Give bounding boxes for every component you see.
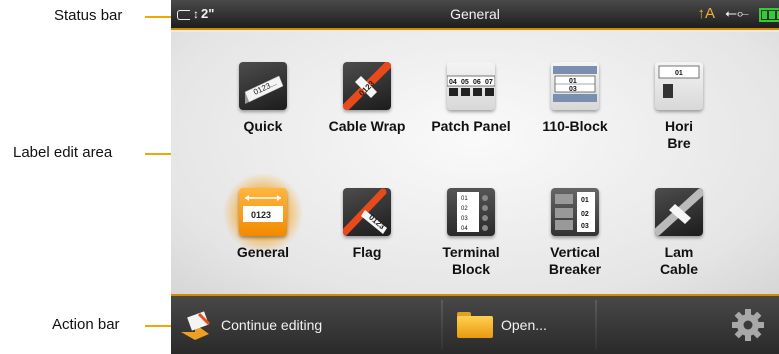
label-type-laminated-cable[interactable]: Lam Cable <box>627 188 731 280</box>
label-type-terminal-block[interactable]: 01 02 03 04 Terminal Block <box>419 188 523 280</box>
flag-icon: 0123 <box>343 188 391 236</box>
label-type-quick[interactable]: 0123... Quick <box>211 62 315 154</box>
callout-label-edit-area: Label edit area <box>13 144 113 161</box>
terminal-block-row-03: 03 <box>461 216 468 222</box>
horizontal-breaker-icon: 01 <box>655 62 703 110</box>
label-type-110-block-name: 110-Block <box>542 118 608 134</box>
label-type-general[interactable]: 0123 General <box>211 174 315 280</box>
open-button[interactable]: Open... <box>457 296 593 354</box>
label-type-quick-name: Quick <box>243 118 283 134</box>
label-type-terminal-block-name: Terminal Block <box>442 244 500 277</box>
continue-editing-icon <box>181 311 211 340</box>
110-block-row-03: 03 <box>569 86 577 93</box>
label-type-110-block[interactable]: 01 03 110-Block <box>523 62 627 154</box>
patch-panel-port-07: 07 <box>485 79 493 86</box>
vertical-breaker-row-01: 01 <box>581 197 589 204</box>
terminal-block-row-02: 02 <box>461 206 468 212</box>
label-edit-area: 0123... Quick 0123 Cable Wrap 04 05 06 0… <box>171 32 779 294</box>
terminal-block-icon: 01 02 03 04 <box>447 188 495 236</box>
cable-wrap-icon: 0123 <box>343 62 391 110</box>
laminated-cable-icon <box>655 188 703 236</box>
label-type-patch-panel-name: Patch Panel <box>431 118 511 134</box>
status-title: General <box>450 6 500 22</box>
label-type-flag[interactable]: 0123 Flag <box>315 188 419 280</box>
action-bar-divider <box>441 300 443 350</box>
terminal-block-row-01: 01 <box>461 196 468 202</box>
110-block-row-01: 01 <box>569 78 577 85</box>
patch-panel-port-05: 05 <box>461 79 469 86</box>
horizontal-breaker-icon-text: 01 <box>675 70 683 77</box>
patch-panel-port-04: 04 <box>449 79 457 86</box>
label-type-horizontal-breaker[interactable]: 01 Hori Bre <box>627 62 731 154</box>
110-block-icon: 01 03 <box>551 62 599 110</box>
label-type-horizontal-breaker-name: Hori Bre <box>665 118 693 151</box>
continue-editing-label: Continue editing <box>221 317 323 333</box>
callout-status-bar: Status bar <box>54 7 123 24</box>
general-icon-text: 0123 <box>251 210 271 220</box>
status-bar: ↕ 2" General ↑A ⭠⟜ <box>171 0 779 30</box>
terminal-block-row-04: 04 <box>461 226 468 232</box>
vertical-breaker-icon: 01 02 03 <box>551 188 599 236</box>
label-type-flag-name: Flag <box>352 244 382 260</box>
gear-icon <box>732 309 764 341</box>
continue-editing-button[interactable]: Continue editing <box>179 296 441 354</box>
label-type-vertical-breaker[interactable]: 01 02 03 Vertical Breaker <box>523 188 627 280</box>
action-bar: Continue editing Open... <box>171 294 779 354</box>
label-type-patch-panel[interactable]: 04 05 06 07 Patch Panel <box>419 62 523 154</box>
patch-panel-port-06: 06 <box>473 79 481 86</box>
label-type-cable-wrap-name: Cable Wrap <box>328 118 406 134</box>
battery-icon <box>759 8 779 22</box>
callout-action-bar: Action bar <box>52 316 120 333</box>
quick-label-icon: 0123... <box>239 62 287 110</box>
callout-action-bar-line <box>145 325 174 327</box>
label-type-general-name: General <box>236 244 290 260</box>
action-bar-divider <box>595 300 597 350</box>
open-label: Open... <box>501 317 547 333</box>
vertical-breaker-row-02: 02 <box>581 211 589 218</box>
usb-icon: ⭠⟜ <box>724 5 749 22</box>
settings-button[interactable] <box>731 296 779 354</box>
label-type-cable-wrap[interactable]: 0123 Cable Wrap <box>315 62 419 154</box>
label-type-laminated-cable-name: Lam Cable <box>659 244 699 277</box>
label-type-vertical-breaker-name: Vertical Breaker <box>548 244 602 277</box>
vertical-breaker-row-03: 03 <box>581 223 589 230</box>
folder-icon <box>457 312 493 338</box>
callout-status-bar-line <box>145 16 174 18</box>
text-direction-icon: ↑A <box>697 5 715 22</box>
patch-panel-icon: 04 05 06 07 <box>447 62 495 110</box>
device-screen: ↕ 2" General ↑A ⭠⟜ 0123... Quick 0123 Ca… <box>171 0 779 354</box>
general-label-icon: 0123 <box>239 188 287 236</box>
